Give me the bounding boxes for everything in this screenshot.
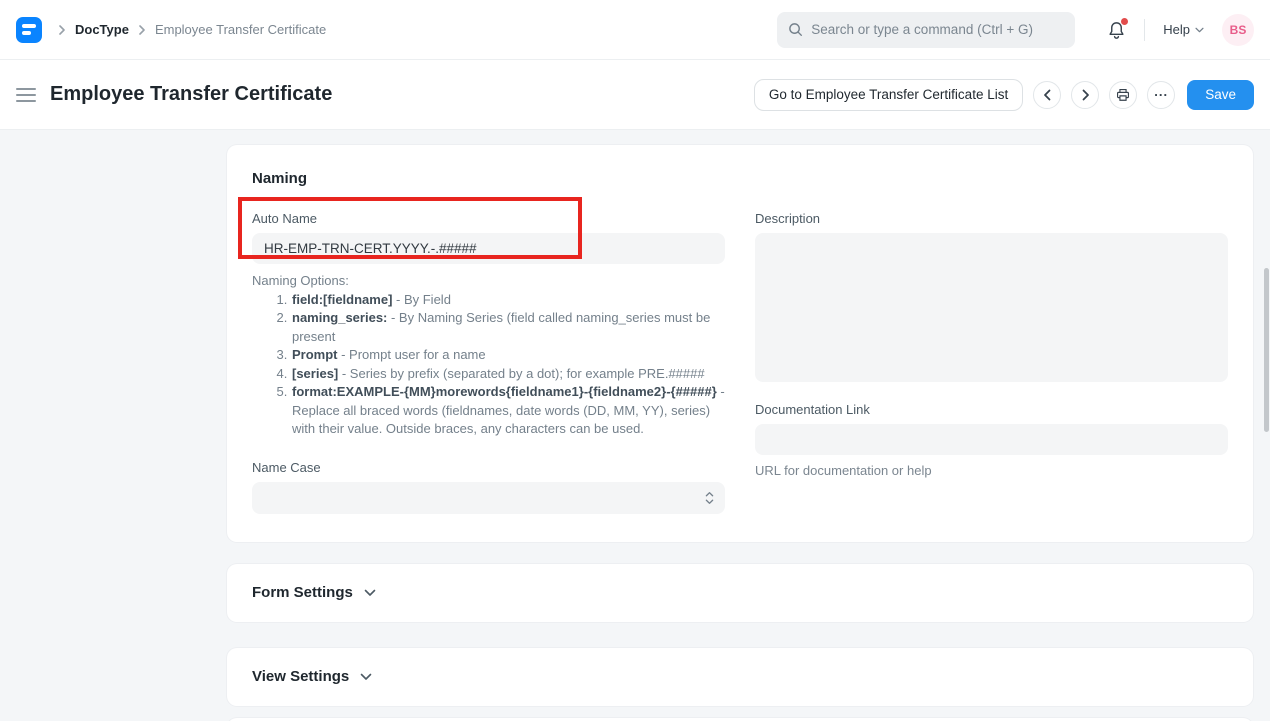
auto-name-label: Auto Name — [252, 211, 725, 227]
form-body: Naming Auto Name Naming Options: field:[… — [0, 130, 1270, 721]
breadcrumb-current[interactable]: Employee Transfer Certificate — [155, 22, 326, 37]
documentation-link-label: Documentation Link — [755, 402, 1228, 418]
chevron-down-icon — [364, 589, 376, 597]
vertical-scrollbar[interactable] — [1264, 268, 1269, 432]
menu-icon[interactable] — [16, 88, 36, 102]
documentation-link-help: URL for documentation or help — [755, 463, 1228, 478]
name-case-label: Name Case — [252, 460, 725, 476]
printer-icon — [1116, 88, 1130, 102]
naming-left-column: Auto Name Naming Options: field:[fieldna… — [252, 188, 725, 514]
naming-section-card: Naming Auto Name Naming Options: field:[… — [227, 145, 1253, 542]
page-header: Employee Transfer Certificate Go to Empl… — [0, 60, 1270, 130]
name-case-select[interactable] — [252, 482, 725, 514]
search-icon — [788, 22, 803, 37]
page-actions: Go to Employee Transfer Certificate List… — [754, 79, 1254, 111]
ellipsis-icon: ... — [1154, 84, 1168, 99]
documentation-link-input[interactable] — [755, 424, 1228, 455]
naming-section-title: Naming — [252, 170, 1228, 188]
chevron-down-icon — [1195, 27, 1204, 33]
help-label: Help — [1163, 22, 1190, 37]
print-button[interactable] — [1109, 81, 1137, 109]
avatar-initials: BS — [1230, 23, 1247, 37]
naming-options-title: Naming Options: — [252, 272, 725, 291]
breadcrumb: DocType Employee Transfer Certificate — [58, 22, 326, 37]
navbar-divider — [1144, 19, 1145, 41]
form-settings-section[interactable]: Form Settings — [227, 564, 1253, 622]
description-label: Description — [755, 211, 1228, 227]
more-options-button[interactable]: ... — [1147, 81, 1175, 109]
top-navbar: DocType Employee Transfer Certificate He… — [0, 0, 1270, 60]
search-input[interactable] — [811, 22, 1064, 37]
prev-button[interactable] — [1033, 81, 1061, 109]
naming-option-item: naming_series: - By Naming Series (field… — [291, 309, 725, 346]
chevron-right-icon — [138, 25, 146, 35]
next-button[interactable] — [1071, 81, 1099, 109]
chevron-left-icon — [1043, 89, 1052, 101]
breadcrumb-doctype[interactable]: DocType — [75, 22, 129, 37]
next-section-card-partial — [227, 718, 1253, 721]
user-avatar[interactable]: BS — [1222, 14, 1254, 46]
go-to-list-button[interactable]: Go to Employee Transfer Certificate List — [754, 79, 1023, 111]
form-settings-title: Form Settings — [252, 584, 353, 602]
naming-option-item: field:[fieldname] - By Field — [291, 291, 725, 310]
view-settings-section[interactable]: View Settings — [227, 648, 1253, 706]
notifications-button[interactable] — [1107, 20, 1126, 40]
naming-option-item: Prompt - Prompt user for a name — [291, 346, 725, 365]
auto-name-input[interactable] — [252, 233, 725, 264]
notification-dot — [1121, 18, 1128, 25]
select-updown-icon — [705, 490, 714, 511]
chevron-down-icon — [360, 673, 372, 681]
description-textarea[interactable] — [755, 233, 1228, 382]
global-search[interactable] — [777, 12, 1075, 48]
app-logo[interactable] — [16, 17, 42, 43]
naming-options-help: Naming Options: field:[fieldname] - By F… — [252, 272, 725, 439]
naming-option-item: format:EXAMPLE-{MM}morewords{fieldname1}… — [291, 383, 725, 439]
page-title: Employee Transfer Certificate — [50, 83, 332, 106]
naming-right-column: Description Documentation Link URL for d… — [755, 188, 1228, 514]
naming-option-item: [series] - Series by prefix (separated b… — [291, 365, 725, 384]
chevron-right-icon — [1081, 89, 1090, 101]
view-settings-title: View Settings — [252, 668, 349, 686]
chevron-right-icon — [58, 25, 66, 35]
help-dropdown[interactable]: Help — [1163, 22, 1204, 37]
save-button[interactable]: Save — [1187, 80, 1254, 110]
